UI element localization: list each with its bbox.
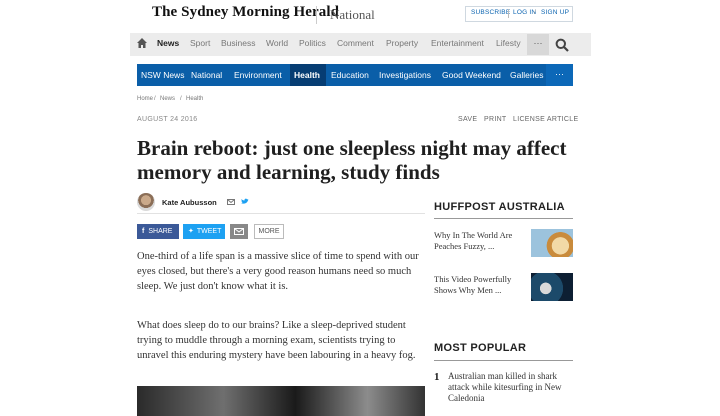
article-image[interactable] <box>137 386 425 416</box>
more-share-button[interactable]: MORE <box>254 224 284 239</box>
facebook-share-button[interactable]: f SHARE <box>137 224 179 239</box>
topnav-item-property[interactable]: Property <box>386 38 418 48</box>
subnav-item-good-weekend[interactable]: Good Weekend <box>442 70 501 80</box>
most-popular-divider <box>434 360 573 361</box>
author-avatar[interactable] <box>137 193 155 211</box>
topnav-item-world[interactable]: World <box>266 38 288 48</box>
save-link[interactable]: SAVE <box>458 116 477 123</box>
login-link[interactable]: LOG IN <box>513 9 536 16</box>
home-icon[interactable] <box>136 37 148 49</box>
author-twitter-icon[interactable] <box>241 198 249 205</box>
topnav-item-entertainment[interactable]: Entertainment <box>431 38 484 48</box>
section-title: National <box>330 7 375 22</box>
huffpost-link[interactable]: Why In The World Are Peaches Fuzzy, ... <box>434 230 526 252</box>
facebook-icon: f <box>142 228 145 235</box>
search-icon[interactable] <box>555 38 569 52</box>
masthead-divider <box>316 6 317 24</box>
subnav-item-investigations[interactable]: Investigations <box>379 70 431 80</box>
subnav-item-galleries[interactable]: Galleries <box>510 70 544 80</box>
twitter-share-label: TWEET <box>196 228 222 235</box>
topnav-item-comment[interactable]: Comment <box>337 38 374 48</box>
account-divider <box>508 9 509 18</box>
breadcrumb-home[interactable]: Home <box>137 96 153 102</box>
site-logo[interactable]: The Sydney Morning Herald <box>152 4 339 21</box>
most-popular-title: MOST POPULAR <box>434 342 527 354</box>
topnav-item-lifestyle[interactable]: Lifesty <box>496 38 526 48</box>
signup-link[interactable]: SIGN UP <box>541 9 569 16</box>
print-link[interactable]: PRINT <box>484 116 507 123</box>
huffpost-divider <box>434 218 573 219</box>
huffpost-thumbnail[interactable] <box>531 273 573 301</box>
article-headline: Brain reboot: just one sleepless night m… <box>137 136 567 184</box>
author-email-icon[interactable] <box>227 199 235 205</box>
breadcrumb-separator: / <box>154 96 156 102</box>
article-date: AUGUST 24 2016 <box>137 116 198 123</box>
subnav-item-nsw-news[interactable]: NSW News <box>141 70 184 80</box>
topnav-item-business[interactable]: Business <box>221 38 256 48</box>
popular-article-link[interactable]: Australian man killed in shark attack wh… <box>448 371 573 404</box>
facebook-share-label: SHARE <box>148 228 173 235</box>
subnav-more-button[interactable]: ··· <box>546 64 573 86</box>
article-paragraph: One-third of a life span is a massive sl… <box>137 251 419 292</box>
popular-rank: 1 <box>434 371 440 383</box>
subnav-item-national[interactable]: National <box>191 70 222 80</box>
license-article-link[interactable]: LICENSE ARTICLE <box>513 116 578 123</box>
topnav-item-sport[interactable]: Sport <box>190 38 210 48</box>
breadcrumb-separator: / <box>180 96 182 102</box>
subnav-item-education[interactable]: Education <box>331 70 369 80</box>
topnav-more-button[interactable]: ··· <box>527 34 549 55</box>
twitter-icon: ✦ <box>188 228 194 235</box>
account-slash: / <box>534 9 537 16</box>
subscribe-link[interactable]: SUBSCRIBE <box>471 9 510 16</box>
breadcrumb-news[interactable]: News <box>160 96 175 102</box>
huffpost-link[interactable]: This Video Powerfully Shows Why Men ... <box>434 274 526 296</box>
email-icon <box>234 228 244 235</box>
subnav-item-health[interactable]: Health <box>294 70 320 80</box>
twitter-share-button[interactable]: ✦ TWEET <box>183 224 225 239</box>
subnav-item-environment[interactable]: Environment <box>234 70 282 80</box>
author-divider <box>137 213 425 214</box>
huffpost-section-title[interactable]: HUFFPOST AUSTRALIA <box>434 201 565 213</box>
topnav-item-politics[interactable]: Politics <box>299 38 326 48</box>
email-share-button[interactable] <box>230 224 248 239</box>
topnav-item-news[interactable]: News <box>157 38 179 48</box>
author-name[interactable]: Kate Aubusson <box>162 198 217 207</box>
breadcrumb-health[interactable]: Health <box>186 96 203 102</box>
article-paragraph: What does sleep do to our brains? Like a… <box>137 320 416 361</box>
huffpost-thumbnail[interactable] <box>531 229 573 257</box>
